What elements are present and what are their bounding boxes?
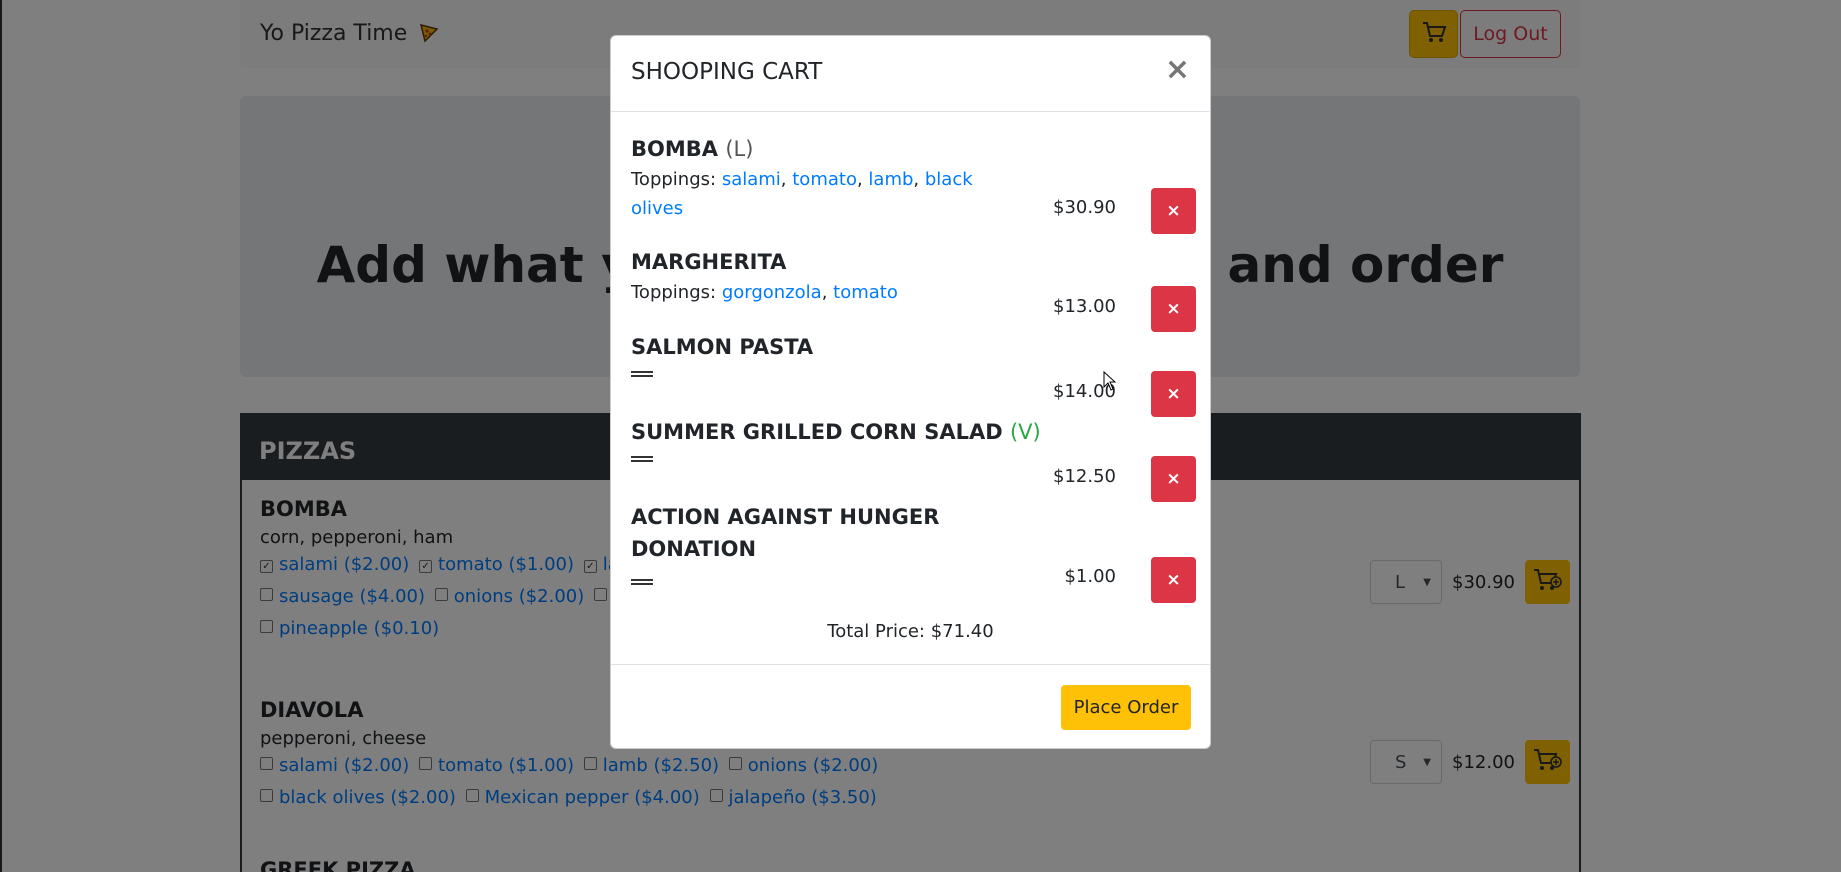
no-toppings-dash [631,371,653,377]
cart-item-price: $1.00 [1064,566,1116,587]
cart-item-price: $30.90 [1053,197,1116,218]
remove-item-button[interactable]: × [1151,557,1196,603]
topping-link[interactable]: lamb [868,169,913,190]
remove-item-button[interactable]: × [1151,286,1196,332]
cart-item-price: $12.50 [1053,466,1116,487]
cart-item-price: $13.00 [1053,296,1116,317]
topping-link[interactable]: gorgonzola [722,282,822,303]
shopping-cart-modal: SHOOPING CART × BOMBA (L) Toppings: sala… [610,35,1211,749]
total-price: Total Price: $71.40 [827,621,994,642]
place-order-button[interactable]: Place Order [1061,685,1191,730]
remove-item-button[interactable]: × [1151,188,1196,234]
cart-item: BOMBA (L) Toppings: salami, tomato, lamb… [631,133,1196,234]
cart-item-name: SALMON PASTA [631,335,814,359]
modal-title: SHOOPING CART [631,59,823,85]
modal-footer: Place Order [611,664,1210,749]
topping-link[interactable]: tomato [792,169,857,190]
size-suffix: (L) [725,137,754,161]
cart-item-name: ACTION AGAINST HUNGER DONATION [631,505,940,561]
topping-link[interactable]: tomato [833,282,898,303]
vegetarian-badge: (V) [1009,420,1041,444]
cart-item: ACTION AGAINST HUNGER DONATION $1.00 × [631,501,1196,603]
topping-link[interactable]: salami [722,169,781,190]
cart-item-name: SUMMER GRILLED CORN SALAD (V) [631,420,1041,444]
close-icon[interactable]: × [1165,52,1190,87]
cart-item: MARGHERITA Toppings: gorgonzola, tomato … [631,246,1196,332]
cart-item-name: MARGHERITA [631,250,787,274]
modal-header: SHOOPING CART × [611,36,1210,112]
no-toppings-dash [631,456,653,462]
mouse-cursor-icon [1103,370,1117,396]
remove-item-button[interactable]: × [1151,456,1196,502]
cart-item-name: BOMBA (L) [631,137,754,161]
cart-item: SUMMER GRILLED CORN SALAD (V) $12.50 × [631,416,1196,502]
cart-item-toppings: Toppings: salami, tomato, lamb, black ol… [631,169,973,219]
remove-item-button[interactable]: × [1151,371,1196,417]
no-toppings-dash [631,579,653,585]
